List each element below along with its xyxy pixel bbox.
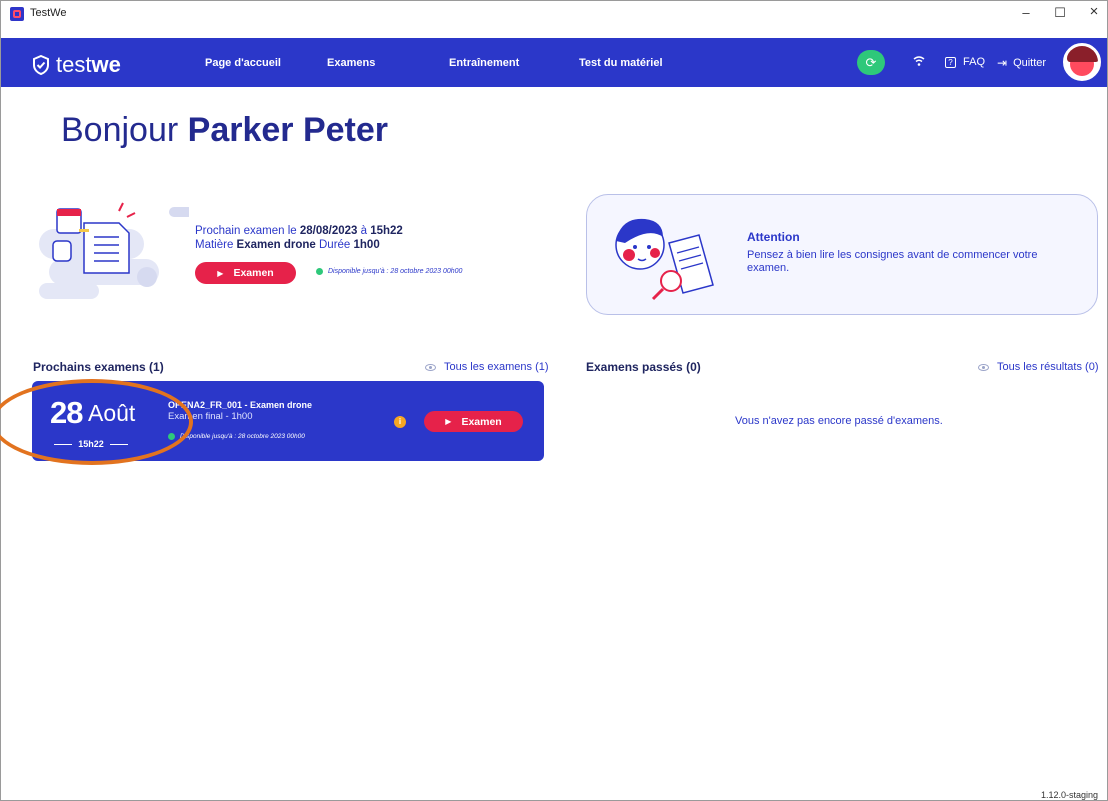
- avatar-hair: [1067, 46, 1098, 62]
- avatar[interactable]: [1063, 43, 1101, 81]
- past-exams-title: Examens passés (0): [586, 360, 701, 374]
- close-button[interactable]: ×: [1079, 3, 1108, 20]
- highlight-circle-annotation: [0, 379, 193, 465]
- all-exams-link-label: Tous les examens (1): [444, 361, 549, 373]
- app-window: TestWe – ☐ × test we Page d'accueil Exame…: [0, 0, 1108, 801]
- exam-button-label: Examen: [461, 415, 502, 428]
- next-exam-availability: Disponible jusqu'à : 28 octobre 2023 00h…: [316, 268, 462, 275]
- next-exam-start-button[interactable]: ▶ Examen: [195, 262, 296, 284]
- testwe-logo[interactable]: test we: [32, 52, 121, 78]
- info-icon[interactable]: i: [394, 416, 406, 428]
- next-exam-availability-text: Disponible jusqu'à : 28 octobre 2023 00h…: [328, 268, 463, 275]
- attention-text: Pensez à bien lire les consignes avant d…: [747, 249, 1038, 274]
- exam-start-button[interactable]: ▶ Examen: [424, 411, 523, 432]
- app-version: 1.12.0-staging: [1041, 790, 1099, 800]
- logo-text-bold: we: [91, 52, 121, 77]
- nav-training[interactable]: Entraînement: [449, 57, 519, 69]
- next-exam-button-label: Examen: [233, 267, 274, 279]
- greeting-prefix: Bonjour: [61, 111, 188, 149]
- logo-text-light: test: [56, 52, 92, 77]
- duration-label: Durée: [315, 239, 354, 251]
- status-dot-icon: [316, 268, 323, 275]
- all-exams-link[interactable]: Tous les examens (1): [425, 361, 549, 373]
- subject-label: Matière: [195, 239, 237, 251]
- play-icon: ▶: [445, 417, 452, 426]
- exam-availability-text: Disponible jusqu'à : 28 octobre 2023 00h…: [180, 433, 305, 440]
- eye-icon: [978, 363, 989, 371]
- attention-title: Attention: [747, 230, 800, 244]
- next-exam-duration: 1h00: [353, 239, 380, 251]
- calendar-document-illustration: [39, 202, 189, 299]
- next-exam-info: Prochain examen le 28/08/2023 à 15h22 Ma…: [195, 224, 403, 252]
- next-exam-subject: Examen drone: [236, 239, 316, 251]
- faq-button[interactable]: ? FAQ: [945, 56, 985, 68]
- next-exam-time: 15h22: [370, 225, 403, 237]
- sync-icon[interactable]: ⟳: [857, 50, 885, 75]
- user-name: Parker Peter: [187, 111, 389, 149]
- nav-hardware-test[interactable]: Test du matériel: [579, 57, 663, 69]
- exam-code: OPENA2_FR_001 - Examen drone: [168, 400, 313, 410]
- eye-icon: [425, 363, 436, 371]
- top-navbar: test we Page d'accueil Examens Entraîneme…: [1, 38, 1107, 87]
- next-exam-line2: Matière Examen drone Durée 1h00: [195, 238, 403, 252]
- wifi-icon: [913, 55, 925, 70]
- no-past-exams-message: Vous n'avez pas encore passé d'examens.: [735, 415, 943, 427]
- title-bar: TestWe – ☐ ×: [1, 1, 1107, 38]
- all-results-link[interactable]: Tous les résultats (0): [978, 361, 1098, 373]
- next-exam-date: 28/08/2023: [299, 225, 358, 237]
- next-exam-line1: Prochain examen le 28/08/2023 à 15h22: [195, 224, 403, 238]
- reading-person-illustration: [615, 218, 714, 301]
- upcoming-exams-title: Prochains examens (1): [33, 360, 164, 374]
- faq-label: FAQ: [963, 56, 986, 68]
- next-exam-at: à: [357, 225, 371, 237]
- window-title: TestWe: [30, 7, 67, 19]
- greeting-heading: Bonjour Parker Peter: [61, 111, 388, 150]
- app-icon: [10, 7, 24, 21]
- logout-icon: ⇥: [997, 56, 1008, 70]
- minimize-button[interactable]: –: [1011, 5, 1041, 20]
- nav-home[interactable]: Page d'accueil: [205, 57, 281, 69]
- play-icon: ▶: [217, 268, 224, 278]
- all-results-link-label: Tous les résultats (0): [997, 361, 1099, 373]
- shield-check-icon: [33, 55, 49, 75]
- nav-exams[interactable]: Examens: [327, 57, 375, 69]
- maximize-button[interactable]: ☐: [1045, 5, 1075, 21]
- quit-button[interactable]: ⇥ Quitter: [997, 56, 1046, 70]
- attention-card: Attention Pensez à bien lire les consign…: [586, 194, 1098, 315]
- quit-label: Quitter: [1013, 57, 1047, 69]
- question-icon: ?: [945, 56, 956, 68]
- next-exam-label: Prochain examen le: [195, 225, 300, 237]
